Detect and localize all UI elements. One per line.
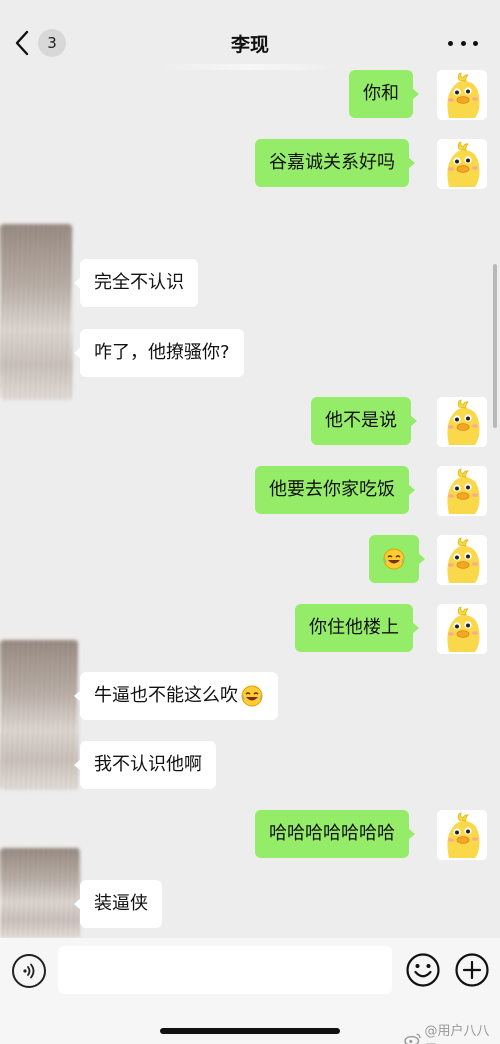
watermark-text: @用户八八子 bbox=[424, 1024, 490, 1044]
more-dots-icon bbox=[473, 40, 478, 46]
message-text: 牛逼也不能这么吹 bbox=[94, 685, 238, 706]
duck-avatar-icon[interactable] bbox=[437, 70, 487, 120]
message-text: 我不认识他啊 bbox=[94, 754, 202, 775]
my-message-bubble[interactable]: 他要去你家吃饭 bbox=[255, 466, 415, 514]
message-text: 哈哈哈哈哈哈哈 bbox=[269, 823, 395, 844]
my-message-bubble[interactable]: 你和 bbox=[349, 70, 419, 118]
rofl-emoji-icon bbox=[241, 685, 263, 707]
message-text: 谷嘉诚关系好吗 bbox=[269, 152, 395, 173]
their-message-bubble[interactable]: 完全不认识 bbox=[74, 259, 198, 307]
voice-icon bbox=[23, 963, 35, 979]
my-message-bubble[interactable]: 谷嘉诚关系好吗 bbox=[255, 139, 415, 187]
contact-avatar[interactable] bbox=[0, 848, 80, 938]
header-divider bbox=[160, 64, 340, 70]
more-dots-icon bbox=[448, 40, 453, 46]
duck-avatar-icon[interactable] bbox=[437, 535, 487, 585]
message-text: 你和 bbox=[363, 83, 399, 104]
emoji-face-icon[interactable] bbox=[405, 952, 441, 988]
home-indicator[interactable] bbox=[160, 1028, 340, 1034]
watermark: @用户八八子 bbox=[404, 1020, 500, 1044]
duck-avatar-icon[interactable] bbox=[437, 604, 487, 654]
chat-title: 李现 bbox=[230, 34, 269, 56]
message-text: 你住他楼上 bbox=[309, 617, 399, 638]
contact-avatar[interactable] bbox=[0, 224, 72, 400]
their-message-bubble[interactable]: 我不认识他啊 bbox=[74, 741, 216, 789]
message-text: 咋了，他撩骚你? bbox=[94, 342, 230, 363]
message-text: 装逼侠 bbox=[94, 893, 148, 914]
message-text: 他不是说 bbox=[325, 410, 397, 431]
contact-avatar[interactable] bbox=[0, 640, 78, 790]
rofl-emoji-icon bbox=[383, 548, 405, 570]
my-message-bubble[interactable]: 你住他楼上 bbox=[295, 604, 419, 652]
chat-header: 3 李现 bbox=[0, 0, 500, 86]
scroll-indicator[interactable] bbox=[493, 264, 497, 428]
their-message-bubble[interactable]: 装逼侠 bbox=[74, 880, 162, 928]
voice-input-button[interactable] bbox=[12, 954, 46, 988]
duck-avatar-icon[interactable] bbox=[437, 810, 487, 860]
their-message-bubble[interactable]: 牛逼也不能这么吹 bbox=[74, 672, 278, 720]
duck-avatar-icon[interactable] bbox=[437, 466, 487, 516]
message-text: 他要去你家吃饭 bbox=[269, 479, 395, 500]
more-options-button[interactable] bbox=[448, 34, 478, 52]
my-message-bubble[interactable] bbox=[369, 535, 425, 583]
my-message-bubble[interactable]: 哈哈哈哈哈哈哈 bbox=[255, 810, 415, 858]
my-message-bubble[interactable]: 他不是说 bbox=[311, 397, 417, 445]
weibo-icon bbox=[404, 1033, 421, 1044]
duck-avatar-icon[interactable] bbox=[437, 397, 487, 447]
more-dots-icon bbox=[460, 40, 466, 46]
plus-circle-icon[interactable] bbox=[454, 952, 490, 988]
message-input[interactable] bbox=[58, 946, 392, 994]
input-bar: @用户八八子 bbox=[0, 938, 500, 1044]
duck-avatar-icon[interactable] bbox=[437, 139, 487, 189]
their-message-bubble[interactable]: 咋了，他撩骚你? bbox=[74, 329, 244, 377]
message-text: 完全不认识 bbox=[94, 272, 184, 293]
